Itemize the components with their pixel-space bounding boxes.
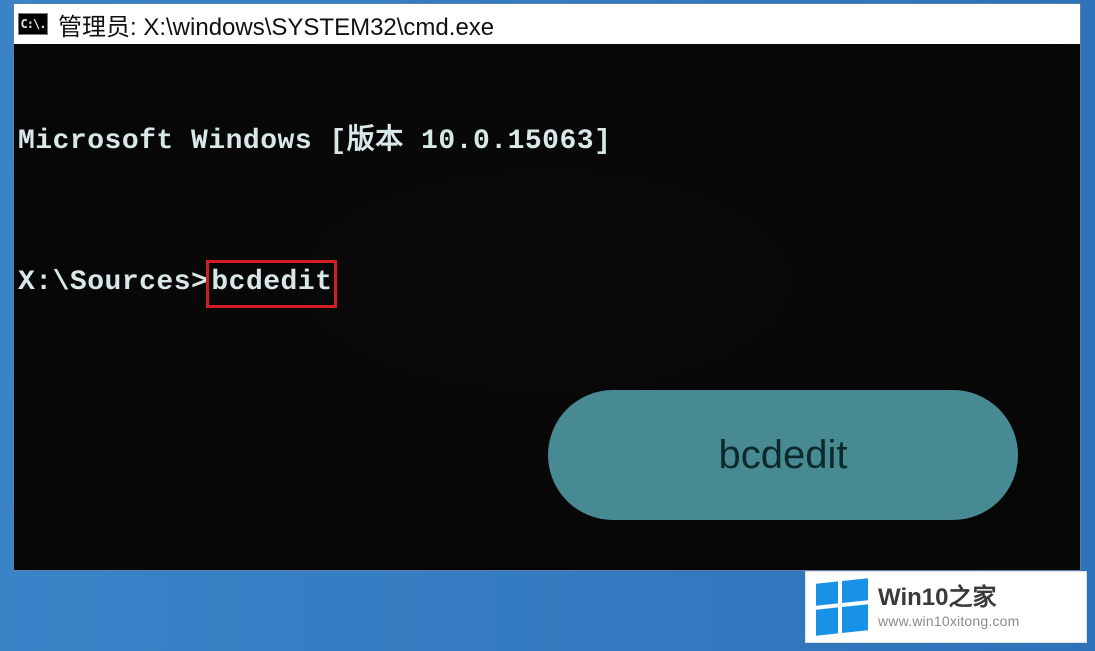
cmd-icon-glyph: C:\. — [21, 17, 46, 31]
typed-command: bcdedit — [211, 267, 332, 298]
watermark-badge: Win10之家 www.win10xitong.com — [805, 571, 1087, 643]
watermark-title: Win10之家 — [878, 586, 1020, 610]
version-line: Microsoft Windows [版本 10.0.15063] — [18, 122, 1076, 162]
windows-logo-icon — [816, 578, 868, 635]
window-titlebar[interactable]: C:\. 管理员: X:\windows\SYSTEM32\cmd.exe — [14, 4, 1080, 44]
command-highlight: bcdedit — [206, 260, 337, 308]
desktop-background: C:\. 管理员: X:\windows\SYSTEM32\cmd.exe Mi… — [0, 0, 1095, 651]
annotation-pill: bcdedit — [548, 390, 1018, 520]
watermark-text: Win10之家 www.win10xitong.com — [878, 586, 1020, 628]
cmd-icon: C:\. — [18, 13, 48, 35]
annotation-pill-label: bcdedit — [719, 433, 848, 478]
prompt-text: X:\Sources> — [18, 267, 208, 298]
prompt-line[interactable]: X:\Sources>bcdedit — [18, 260, 1076, 308]
window-title: 管理员: X:\windows\SYSTEM32\cmd.exe — [58, 7, 494, 42]
watermark-url: www.win10xitong.com — [878, 614, 1020, 628]
